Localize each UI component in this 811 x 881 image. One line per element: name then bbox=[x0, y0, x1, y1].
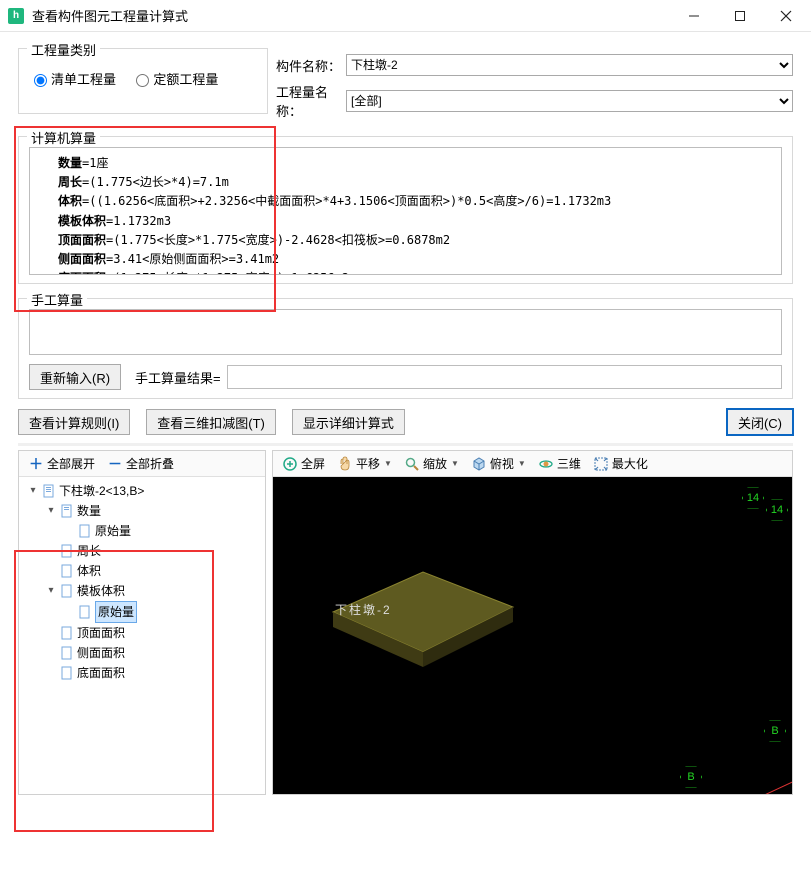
minimize-button[interactable] bbox=[671, 0, 717, 32]
grid-badge: B bbox=[680, 766, 702, 788]
manual-calc-legend: 手工算量 bbox=[27, 290, 87, 309]
grid-badge: 14 bbox=[766, 499, 788, 521]
grid-badge: 14 bbox=[742, 487, 764, 509]
hand-icon bbox=[337, 456, 353, 472]
page-icon bbox=[60, 666, 74, 680]
window-title: 查看构件图元工程量计算式 bbox=[32, 6, 188, 25]
qty-name-select[interactable]: [全部] bbox=[346, 90, 793, 112]
category-fieldset: 工程量类别 清单工程量 定额工程量 bbox=[18, 48, 268, 114]
top-view-button[interactable]: 俯视 ▼ bbox=[466, 452, 531, 475]
calc-line: 模板体积=1.1732m3 bbox=[58, 212, 775, 231]
expand-icon bbox=[593, 456, 609, 472]
manual-calc-fieldset: 手工算量 重新输入(R) 手工算量结果= bbox=[18, 298, 793, 399]
reenter-button[interactable]: 重新输入(R) bbox=[29, 364, 121, 390]
tree-node-vol[interactable]: 体积 bbox=[43, 561, 261, 581]
pan-button[interactable]: 平移 ▼ bbox=[332, 452, 397, 475]
tree-root[interactable]: ▾ 下柱墩-2<13,B> bbox=[25, 481, 261, 501]
tree-node-top[interactable]: 顶面面积 bbox=[43, 623, 261, 643]
titlebar: h 查看构件图元工程量计算式 bbox=[0, 0, 811, 32]
calc-text-area[interactable]: 数量=1座 周长=(1.775<边长>*4)=7.1m 体积=((1.6256<… bbox=[29, 147, 782, 275]
page-icon bbox=[60, 646, 74, 660]
app-icon: h bbox=[8, 8, 24, 24]
tree-node-bottom[interactable]: 底面面积 bbox=[43, 663, 261, 683]
tree-node-qty[interactable]: ▾ 数量 bbox=[43, 501, 261, 521]
viewport-toolbar: 全屏 平移 ▼ 缩放 ▼ 俯视 ▼ bbox=[273, 451, 792, 477]
calc-line: 周长=(1.775<边长>*4)=7.1m bbox=[58, 173, 775, 192]
component-name-select[interactable]: 下柱墩-2 bbox=[346, 54, 793, 76]
calc-line: 数量=1座 bbox=[58, 154, 775, 173]
cube-icon bbox=[471, 456, 487, 472]
expand-all-button[interactable]: ＋ 全部展开 bbox=[23, 452, 100, 475]
zoom-button[interactable]: 缩放 ▼ bbox=[399, 452, 464, 475]
page-icon bbox=[60, 544, 74, 558]
tree-panel: ＋ 全部展开 － 全部折叠 ▾ 下柱墩-2<13,B> bbox=[18, 450, 266, 795]
component-name-label: 构件名称： bbox=[276, 56, 346, 75]
calc-line: 底面面积=(1.275<长度>*1.275<宽度>)=1.6256m2 bbox=[58, 269, 775, 275]
calc-line: 体积=((1.6256<底面积>+2.3256<中截面面积>*4+3.1506<… bbox=[58, 192, 775, 211]
maximize-button[interactable] bbox=[717, 0, 763, 32]
tree-twisty-icon[interactable]: ▾ bbox=[45, 581, 57, 601]
qty-name-label: 工程量名称： bbox=[276, 82, 346, 120]
manual-calc-input[interactable] bbox=[29, 309, 782, 355]
close-button[interactable] bbox=[763, 0, 809, 32]
tree-twisty-icon[interactable]: ▾ bbox=[27, 481, 39, 501]
tree-selected-label: 原始量 bbox=[95, 601, 137, 623]
tree-node-side[interactable]: 侧面面积 bbox=[43, 643, 261, 663]
fullscreen-button[interactable]: 全屏 bbox=[277, 452, 330, 475]
dropdown-caret-icon: ▼ bbox=[518, 459, 526, 468]
grid-badge: B bbox=[764, 720, 786, 742]
manual-result-label: 手工算量结果= bbox=[135, 368, 221, 387]
computer-calc-fieldset: 计算机算量 数量=1座 周长=(1.775<边长>*4)=7.1m 体积=((1… bbox=[18, 136, 793, 284]
view-3d-deduct-button[interactable]: 查看三维扣减图(T) bbox=[146, 409, 276, 435]
computer-calc-legend: 计算机算量 bbox=[27, 128, 100, 147]
dropdown-caret-icon: ▼ bbox=[384, 459, 392, 468]
plus-icon: ＋ bbox=[28, 456, 44, 472]
page-icon bbox=[42, 484, 56, 498]
category-legend: 工程量类别 bbox=[27, 40, 100, 59]
view-rule-button[interactable]: 查看计算规则(I) bbox=[18, 409, 130, 435]
show-detail-button[interactable]: 显示详细计算式 bbox=[292, 409, 405, 435]
fullscreen-icon bbox=[282, 456, 298, 472]
page-icon bbox=[78, 524, 92, 538]
viewport-panel: 全屏 平移 ▼ 缩放 ▼ 俯视 ▼ bbox=[272, 450, 793, 795]
axis-line bbox=[621, 777, 792, 794]
list-qty-radio-input[interactable] bbox=[34, 74, 47, 87]
tree-node-perim[interactable]: 周长 bbox=[43, 541, 261, 561]
tree-twisty-icon[interactable]: ▾ bbox=[45, 501, 57, 521]
tree-toolbar: ＋ 全部展开 － 全部折叠 bbox=[19, 451, 265, 477]
close-dialog-button[interactable]: 关闭(C) bbox=[727, 409, 793, 435]
3d-view-button[interactable]: 三维 bbox=[533, 452, 586, 475]
quota-qty-radio[interactable]: 定额工程量 bbox=[131, 69, 218, 88]
maximize-view-button[interactable]: 最大化 bbox=[588, 452, 653, 475]
page-icon bbox=[60, 584, 74, 598]
list-qty-radio[interactable]: 清单工程量 bbox=[29, 69, 116, 88]
3d-viewport[interactable]: 下柱墩-2 14 14 B B bbox=[273, 477, 792, 794]
page-icon bbox=[60, 504, 74, 518]
manual-result-field[interactable] bbox=[227, 365, 782, 389]
page-icon bbox=[60, 564, 74, 578]
calc-line: 顶面面积=(1.775<长度>*1.775<宽度>)-2.4628<扣筏板>=0… bbox=[58, 231, 775, 250]
dropdown-caret-icon: ▼ bbox=[451, 459, 459, 468]
orbit-icon bbox=[538, 456, 554, 472]
magnifier-icon bbox=[404, 456, 420, 472]
page-icon bbox=[78, 605, 92, 619]
page-icon bbox=[60, 626, 74, 640]
component-tree[interactable]: ▾ 下柱墩-2<13,B> ▾ 数量 bbox=[19, 477, 265, 794]
tree-node-tplvol-raw[interactable]: 原始量 bbox=[61, 601, 261, 623]
quota-qty-radio-input[interactable] bbox=[136, 74, 149, 87]
tree-node-qty-raw[interactable]: 原始量 bbox=[61, 521, 261, 541]
collapse-all-button[interactable]: － 全部折叠 bbox=[102, 452, 179, 475]
tree-node-tplvol[interactable]: ▾ 模板体积 bbox=[43, 581, 261, 601]
minus-icon: － bbox=[107, 456, 123, 472]
calc-line: 侧面面积=3.41<原始侧面面积>=3.41m2 bbox=[58, 250, 775, 269]
slab-label: 下柱墩-2 bbox=[335, 601, 392, 618]
